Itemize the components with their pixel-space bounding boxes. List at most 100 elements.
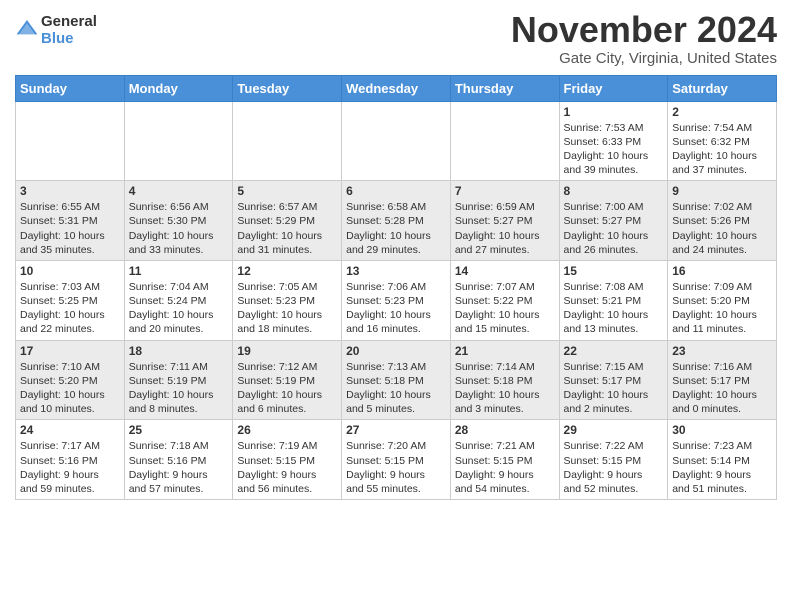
day-cell: 2 Sunrise: 7:54 AM Sunset: 6:32 PM Daylig… (668, 101, 777, 181)
day-cell: 4 Sunrise: 6:56 AM Sunset: 5:30 PM Daylig… (124, 181, 233, 261)
day-cell: 25 Sunrise: 7:18 AM Sunset: 5:16 PM Dayli… (124, 420, 233, 500)
day-info: Sunrise: 7:20 AM Sunset: 5:15 PM Dayligh… (346, 439, 446, 496)
day-number: 28 (455, 423, 555, 437)
day-number: 23 (672, 344, 772, 358)
week-row-1: 1 Sunrise: 7:53 AM Sunset: 6:33 PM Daylig… (16, 101, 777, 181)
day-cell: 12Sunrise: 7:05 AM Sunset: 5:23 PM Dayli… (233, 260, 342, 340)
day-info: Sunrise: 7:13 AM Sunset: 5:18 PM Dayligh… (346, 360, 446, 417)
day-cell: 30 Sunrise: 7:23 AM Sunset: 5:14 PM Dayli… (668, 420, 777, 500)
weekday-header-friday: Friday (559, 75, 668, 101)
day-cell: 23 Sunrise: 7:16 AM Sunset: 5:17 PM Dayli… (668, 340, 777, 420)
day-number: 29 (564, 423, 664, 437)
week-row-5: 24Sunrise: 7:17 AM Sunset: 5:16 PM Dayli… (16, 420, 777, 500)
weekday-header-row: SundayMondayTuesdayWednesdayThursdayFrid… (16, 75, 777, 101)
day-number: 17 (20, 344, 120, 358)
day-number: 2 (672, 105, 772, 119)
day-cell: 26 Sunrise: 7:19 AM Sunset: 5:15 PM Dayli… (233, 420, 342, 500)
day-cell: 24Sunrise: 7:17 AM Sunset: 5:16 PM Dayli… (16, 420, 125, 500)
day-info: Sunrise: 7:23 AM Sunset: 5:14 PM Dayligh… (672, 439, 772, 496)
week-row-3: 10 Sunrise: 7:03 AM Sunset: 5:25 PM Dayli… (16, 260, 777, 340)
day-number: 13 (346, 264, 446, 278)
day-info: Sunrise: 7:53 AM Sunset: 6:33 PM Dayligh… (564, 121, 664, 178)
logo-icon (15, 18, 39, 38)
day-info: Sunrise: 7:14 AM Sunset: 5:18 PM Dayligh… (455, 360, 555, 417)
day-info: Sunrise: 6:59 AM Sunset: 5:27 PM Dayligh… (455, 200, 555, 257)
day-number: 4 (129, 184, 229, 198)
day-info: Sunrise: 7:00 AM Sunset: 5:27 PM Dayligh… (564, 200, 664, 257)
weekday-header-monday: Monday (124, 75, 233, 101)
day-number: 11 (129, 264, 229, 278)
day-number: 10 (20, 264, 120, 278)
day-number: 18 (129, 344, 229, 358)
day-number: 12 (237, 264, 337, 278)
day-cell: 8 Sunrise: 7:00 AM Sunset: 5:27 PM Daylig… (559, 181, 668, 261)
day-number: 22 (564, 344, 664, 358)
day-cell: 28 Sunrise: 7:21 AM Sunset: 5:15 PM Dayli… (450, 420, 559, 500)
logo-text-line1: General (41, 14, 97, 31)
day-info: Sunrise: 7:54 AM Sunset: 6:32 PM Dayligh… (672, 121, 772, 178)
weekday-header-wednesday: Wednesday (342, 75, 451, 101)
day-number: 15 (564, 264, 664, 278)
logo-text-line2: Blue (41, 31, 97, 48)
day-info: Sunrise: 7:18 AM Sunset: 5:16 PM Dayligh… (129, 439, 229, 496)
day-number: 9 (672, 184, 772, 198)
day-cell: 17 Sunrise: 7:10 AM Sunset: 5:20 PM Dayli… (16, 340, 125, 420)
day-info: Sunrise: 7:03 AM Sunset: 5:25 PM Dayligh… (20, 280, 120, 337)
page-container: General Blue November 2024 Gate City, Vi… (0, 0, 792, 505)
day-cell: 5Sunrise: 6:57 AM Sunset: 5:29 PM Daylig… (233, 181, 342, 261)
logo: General Blue (15, 14, 97, 47)
day-number: 26 (237, 423, 337, 437)
day-cell (124, 101, 233, 181)
day-number: 27 (346, 423, 446, 437)
weekday-header-thursday: Thursday (450, 75, 559, 101)
day-cell: 13 Sunrise: 7:06 AM Sunset: 5:23 PM Dayli… (342, 260, 451, 340)
weekday-header-saturday: Saturday (668, 75, 777, 101)
day-info: Sunrise: 7:22 AM Sunset: 5:15 PM Dayligh… (564, 439, 664, 496)
day-cell: 10 Sunrise: 7:03 AM Sunset: 5:25 PM Dayli… (16, 260, 125, 340)
day-number: 19 (237, 344, 337, 358)
day-cell: 20 Sunrise: 7:13 AM Sunset: 5:18 PM Dayli… (342, 340, 451, 420)
day-number: 30 (672, 423, 772, 437)
day-info: Sunrise: 7:11 AM Sunset: 5:19 PM Dayligh… (129, 360, 229, 417)
day-info: Sunrise: 7:06 AM Sunset: 5:23 PM Dayligh… (346, 280, 446, 337)
day-number: 3 (20, 184, 120, 198)
day-info: Sunrise: 7:16 AM Sunset: 5:17 PM Dayligh… (672, 360, 772, 417)
day-cell (233, 101, 342, 181)
day-cell: 6 Sunrise: 6:58 AM Sunset: 5:28 PM Daylig… (342, 181, 451, 261)
day-number: 1 (564, 105, 664, 119)
day-cell: 21Sunrise: 7:14 AM Sunset: 5:18 PM Dayli… (450, 340, 559, 420)
day-cell: 16 Sunrise: 7:09 AM Sunset: 5:20 PM Dayli… (668, 260, 777, 340)
day-info: Sunrise: 6:58 AM Sunset: 5:28 PM Dayligh… (346, 200, 446, 257)
day-info: Sunrise: 6:55 AM Sunset: 5:31 PM Dayligh… (20, 200, 120, 257)
day-cell: 3 Sunrise: 6:55 AM Sunset: 5:31 PM Daylig… (16, 181, 125, 261)
day-info: Sunrise: 7:19 AM Sunset: 5:15 PM Dayligh… (237, 439, 337, 496)
day-number: 8 (564, 184, 664, 198)
day-cell (450, 101, 559, 181)
day-number: 20 (346, 344, 446, 358)
day-cell: 27 Sunrise: 7:20 AM Sunset: 5:15 PM Dayli… (342, 420, 451, 500)
day-info: Sunrise: 7:08 AM Sunset: 5:21 PM Dayligh… (564, 280, 664, 337)
day-cell: 15 Sunrise: 7:08 AM Sunset: 5:21 PM Dayli… (559, 260, 668, 340)
day-info: Sunrise: 7:09 AM Sunset: 5:20 PM Dayligh… (672, 280, 772, 337)
day-cell (16, 101, 125, 181)
title-area: November 2024 Gate City, Virginia, Unite… (511, 10, 777, 67)
day-number: 25 (129, 423, 229, 437)
day-info: Sunrise: 7:17 AM Sunset: 5:16 PM Dayligh… (20, 439, 120, 496)
day-info: Sunrise: 7:21 AM Sunset: 5:15 PM Dayligh… (455, 439, 555, 496)
day-number: 6 (346, 184, 446, 198)
day-info: Sunrise: 7:15 AM Sunset: 5:17 PM Dayligh… (564, 360, 664, 417)
day-cell: 22 Sunrise: 7:15 AM Sunset: 5:17 PM Dayli… (559, 340, 668, 420)
day-cell: 29 Sunrise: 7:22 AM Sunset: 5:15 PM Dayli… (559, 420, 668, 500)
day-info: Sunrise: 7:07 AM Sunset: 5:22 PM Dayligh… (455, 280, 555, 337)
day-info: Sunrise: 7:10 AM Sunset: 5:20 PM Dayligh… (20, 360, 120, 417)
weekday-header-tuesday: Tuesday (233, 75, 342, 101)
day-number: 16 (672, 264, 772, 278)
day-cell: 11Sunrise: 7:04 AM Sunset: 5:24 PM Dayli… (124, 260, 233, 340)
day-info: Sunrise: 6:57 AM Sunset: 5:29 PM Dayligh… (237, 200, 337, 257)
day-cell: 18 Sunrise: 7:11 AM Sunset: 5:19 PM Dayli… (124, 340, 233, 420)
day-info: Sunrise: 7:12 AM Sunset: 5:19 PM Dayligh… (237, 360, 337, 417)
week-row-4: 17 Sunrise: 7:10 AM Sunset: 5:20 PM Dayli… (16, 340, 777, 420)
day-cell: 19 Sunrise: 7:12 AM Sunset: 5:19 PM Dayli… (233, 340, 342, 420)
day-info: Sunrise: 6:56 AM Sunset: 5:30 PM Dayligh… (129, 200, 229, 257)
day-number: 7 (455, 184, 555, 198)
